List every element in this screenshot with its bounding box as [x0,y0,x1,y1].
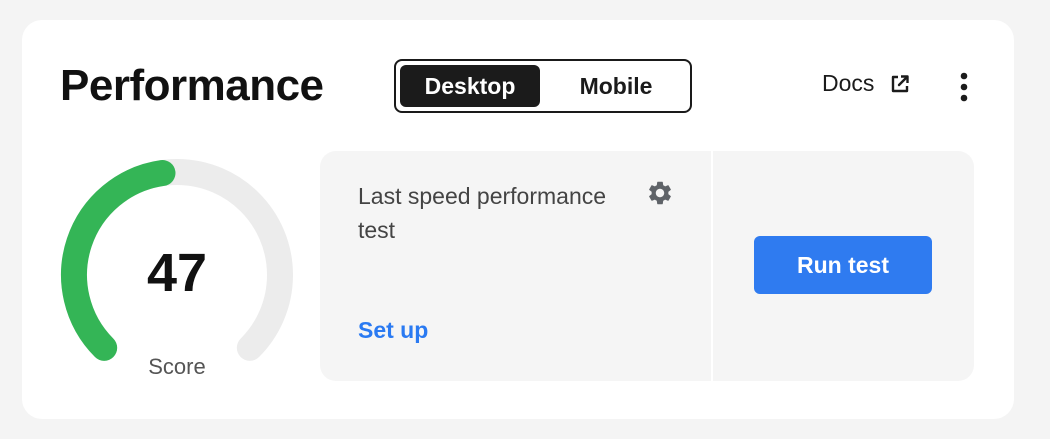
run-test-button[interactable]: Run test [754,236,932,294]
score-label: Score [148,354,206,379]
tab-desktop[interactable]: Desktop [400,65,540,107]
gear-icon[interactable] [646,179,674,207]
external-link-icon [890,74,910,94]
device-toggle: Desktop Mobile [394,59,692,113]
docs-label: Docs [822,70,875,96]
setup-link[interactable]: Set up [358,317,428,344]
tab-mobile[interactable]: Mobile [546,65,686,107]
docs-link[interactable]: Docs [822,70,910,97]
speed-test-panel: Last speed performance test Set up Run t… [320,151,974,381]
performance-card: Performance Desktop Mobile Docs 47 Score… [22,20,1014,419]
last-test-text: Last speed performance test [358,183,607,243]
panel-divider [711,151,713,381]
score-value: 47 [146,243,208,303]
more-vertical-icon[interactable] [952,70,976,104]
page-title: Performance [60,61,324,110]
